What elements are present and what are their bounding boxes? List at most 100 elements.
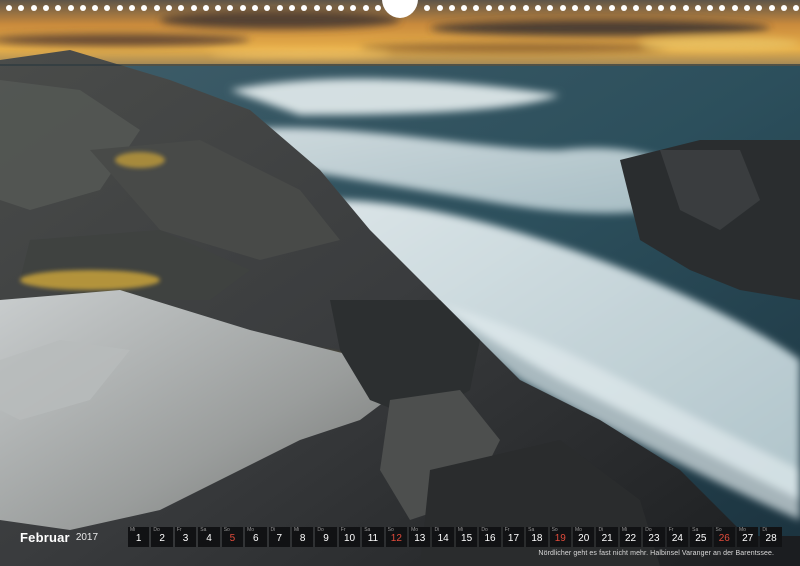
binding-hole: [301, 5, 308, 11]
day-number: 8: [299, 533, 306, 544]
day-number: 2: [159, 533, 165, 544]
binding-hole: [239, 5, 246, 11]
day-cell: Di 14: [432, 527, 454, 547]
day-cell: Sa 11: [362, 527, 384, 547]
day-cell: Mi 1: [128, 527, 150, 547]
day-number: 20: [578, 533, 590, 544]
day-number: 5: [229, 533, 236, 544]
binding-hole: [645, 5, 652, 11]
binding-hole: [165, 5, 172, 11]
day-number: 14: [437, 533, 449, 544]
day-cell: Do 9: [315, 527, 337, 547]
day-number: 13: [414, 533, 426, 544]
day-cell: Sa 4: [198, 527, 220, 547]
binding-hole: [448, 5, 455, 11]
binding-hole: [129, 5, 135, 11]
binding-hole: [547, 5, 554, 11]
day-cell: Sa 18: [526, 527, 548, 547]
calendar-page: Februar 2017 Mi 1 Do 2 Fr 3 Sa 4 So 5 Mo 6 Di 7 Mi 8 Do 9…: [0, 0, 800, 566]
day-cell: So 26: [713, 527, 735, 547]
day-number: 22: [625, 533, 637, 544]
day-cell: So 19: [549, 527, 572, 547]
seascape-photo: [0, 0, 800, 566]
day-number: 1: [135, 533, 142, 544]
binding-hole: [362, 5, 369, 11]
binding-hole: [633, 5, 640, 11]
day-number: 12: [390, 533, 402, 544]
binding-hole: [6, 5, 12, 11]
binding-hole: [67, 5, 74, 11]
binding-hole: [584, 5, 591, 11]
binding-hole: [325, 5, 332, 11]
binding-hole: [178, 5, 185, 11]
binding-hole: [559, 5, 566, 11]
binding-hole: [227, 5, 234, 11]
day-number: 9: [323, 533, 329, 544]
binding-hole: [92, 5, 99, 11]
day-number: 26: [718, 533, 730, 544]
binding-hole: [694, 5, 701, 11]
binding-hole: [473, 5, 480, 11]
binding-hole: [55, 5, 62, 11]
day-cell: Mo 27: [736, 527, 759, 547]
binding-hole: [436, 5, 443, 11]
day-number: 28: [765, 533, 777, 544]
binding-hole: [670, 5, 677, 11]
binding-hole: [350, 5, 357, 11]
day-number: 27: [742, 533, 754, 544]
day-cell: Sa 25: [690, 527, 712, 547]
binding-hole: [719, 5, 726, 11]
binding-hole: [510, 5, 517, 11]
binding-hole: [522, 5, 529, 11]
binding-hole: [534, 5, 541, 11]
day-cell: Mo 20: [573, 527, 595, 547]
year: 2017: [75, 531, 99, 543]
day-cell: Mi 8: [291, 527, 314, 547]
binding-hole: [498, 5, 504, 11]
binding-hole: [141, 5, 148, 11]
day-number: 17: [507, 533, 520, 544]
binding-hole: [252, 5, 258, 11]
day-cell: Fr 24: [666, 527, 689, 547]
day-number: 24: [671, 533, 683, 544]
binding-hole: [375, 5, 381, 11]
day-cells: Mi 1 Do 2 Fr 3 Sa 4 So 5 Mo 6 Di 7 Mi 8 Do 9 Fr 10 Sa 11 So 12 M…: [128, 527, 782, 547]
binding-hole: [780, 5, 787, 11]
binding-hole: [485, 5, 492, 11]
binding-hole: [116, 5, 123, 11]
calendar-bar: Februar 2017 Mi 1 Do 2 Fr 3 Sa 4 So 5 Mo 6 Di 7 Mi 8 Do 9…: [18, 527, 782, 547]
day-number: 7: [276, 533, 283, 544]
binding-hole: [621, 5, 627, 11]
photo-caption: Nördlicher geht es fast nicht mehr. Halb…: [538, 550, 774, 557]
binding-hole: [596, 5, 603, 11]
day-cell: Fr 10: [338, 527, 361, 547]
day-number: 4: [206, 533, 212, 544]
binding-hole: [338, 5, 345, 11]
day-number: 18: [531, 533, 543, 544]
binding-hole: [18, 5, 25, 11]
binding-hole: [657, 5, 664, 11]
binding-hole: [288, 5, 295, 11]
day-cell: So 5: [221, 527, 244, 547]
binding-hole: [608, 5, 615, 11]
day-cell: Di 21: [596, 527, 618, 547]
day-cell: Di 7: [268, 527, 290, 547]
binding-hole: [707, 5, 714, 11]
day-number: 21: [601, 533, 613, 544]
day-cell: Do 16: [479, 527, 501, 547]
day-cell: Do 23: [643, 527, 665, 547]
binding-hole: [571, 5, 578, 11]
day-cell: Mi 22: [619, 527, 642, 547]
day-cell: Fr 3: [174, 527, 197, 547]
day-number: 6: [253, 533, 259, 544]
binding-hole: [104, 5, 111, 11]
day-number: 25: [695, 533, 707, 544]
day-cell: So 12: [385, 527, 408, 547]
binding-hole: [756, 5, 763, 11]
binding-hole: [153, 5, 160, 11]
day-number: 3: [182, 533, 189, 544]
day-cell: Do 2: [151, 527, 173, 547]
month-label: Februar 2017: [18, 527, 128, 547]
day-number: 16: [484, 533, 496, 544]
binding-hole: [264, 5, 271, 11]
